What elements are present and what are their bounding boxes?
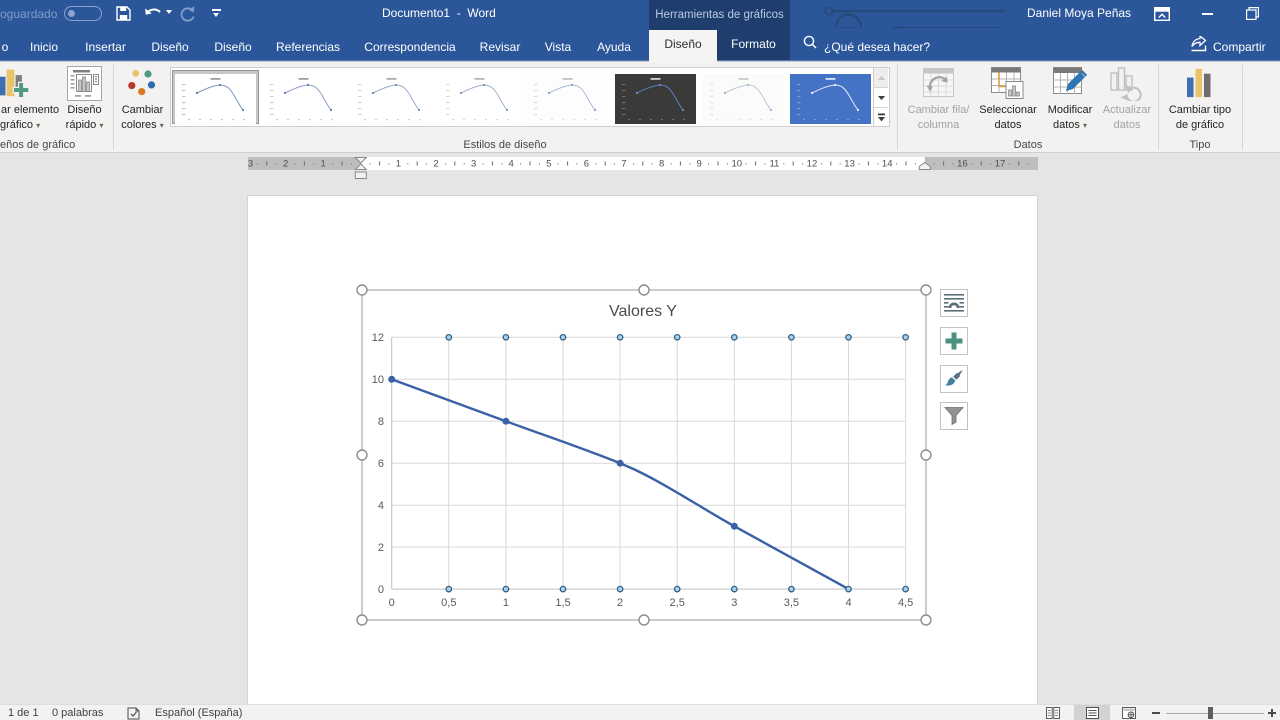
svg-text:2,5: 2,5 xyxy=(670,597,685,609)
svg-text:0,5: 0,5 xyxy=(441,597,456,609)
svg-text:4,5: 4,5 xyxy=(898,597,913,609)
svg-text:0: 0 xyxy=(389,597,395,609)
svg-text:4: 4 xyxy=(378,500,384,512)
svg-text:3: 3 xyxy=(731,597,737,609)
svg-text:0: 0 xyxy=(378,584,384,596)
svg-text:3,5: 3,5 xyxy=(784,597,799,609)
svg-text:2: 2 xyxy=(378,542,384,554)
svg-text:6: 6 xyxy=(378,458,384,470)
svg-text:12: 12 xyxy=(372,332,384,344)
svg-text:1: 1 xyxy=(503,597,509,609)
svg-text:Valores Y: Valores Y xyxy=(609,303,677,320)
svg-text:1,5: 1,5 xyxy=(555,597,570,609)
svg-text:2: 2 xyxy=(617,597,623,609)
svg-text:8: 8 xyxy=(378,416,384,428)
svg-text:10: 10 xyxy=(372,374,384,386)
svg-text:4: 4 xyxy=(845,597,851,609)
